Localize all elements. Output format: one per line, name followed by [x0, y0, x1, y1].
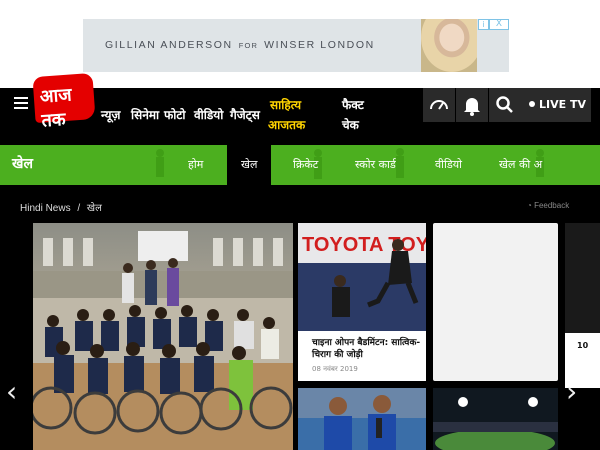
nav-factcheck-line1[interactable]: फैक्ट	[342, 96, 364, 113]
nav-sahitya-line2[interactable]: आजतक	[268, 116, 305, 133]
card-date: 08 नवंबर 2019	[312, 365, 358, 373]
tab-home[interactable]: होम	[188, 145, 203, 185]
ad-close-icon[interactable]: X	[489, 19, 509, 30]
ad-text: GILLIAN ANDERSON FOR WINSER LONDON	[105, 39, 375, 51]
nav-gadgets[interactable]: गैजेट्स	[230, 106, 260, 123]
feedback-icon: ◔	[527, 201, 535, 210]
search-icon[interactable]	[489, 88, 521, 122]
card-image-stadium	[433, 388, 558, 450]
breadcrumb-home[interactable]: Hindi News	[20, 203, 71, 214]
tab-cricket[interactable]: क्रिकेट	[293, 145, 318, 185]
live-tv-button[interactable]: LIVE TV	[521, 88, 591, 122]
card-title: चाइना ओपन बैडमिंटन: सात्विक-चिराग की जोड…	[312, 338, 421, 360]
nav-video[interactable]: वीडियो	[194, 106, 223, 123]
ad-info-icon[interactable]: i	[478, 19, 489, 30]
nav-factcheck-line2[interactable]: चेक	[342, 116, 359, 133]
ad-brand: GILLIAN ANDERSON	[105, 39, 233, 51]
nav-cinema[interactable]: सिनेमा	[131, 106, 159, 123]
sports-subnav: खेल होम खेल क्रिकेट स्कोर कार्ड वीडियो ख…	[0, 145, 600, 185]
breadcrumb: Hindi News / खेल	[20, 200, 102, 214]
tab-video[interactable]: वीडियो	[435, 145, 462, 185]
feedback-link[interactable]: ◔ Feedback	[527, 201, 569, 210]
nav-news[interactable]: न्यूज़	[101, 106, 120, 123]
ad-product: WINSER LONDON	[264, 39, 375, 51]
news-card-cricket[interactable]	[298, 388, 426, 450]
tab-scorecard[interactable]: स्कोर कार्ड	[355, 145, 396, 185]
breadcrumb-current: खेल	[86, 203, 102, 214]
live-dot-icon	[529, 101, 535, 107]
site-logo[interactable]: आज तक	[32, 72, 96, 132]
breadcrumb-separator: /	[77, 203, 81, 214]
tab-sports-more[interactable]: खेल की अ	[499, 145, 542, 185]
tab-sports[interactable]: खेल	[227, 145, 272, 185]
hamburger-icon[interactable]	[14, 97, 28, 109]
ad-banner[interactable]: GILLIAN ANDERSON FOR WINSER LONDON i X	[83, 19, 509, 72]
ad-placeholder-card	[433, 223, 558, 381]
bell-icon[interactable]	[456, 88, 488, 122]
speedometer-icon[interactable]	[423, 88, 455, 122]
card-image-badminton: TOYOTA TOYO	[298, 223, 426, 331]
ad-area: GILLIAN ANDERSON FOR WINSER LONDON i X	[0, 0, 600, 88]
ad-for: FOR	[238, 41, 259, 50]
logo-text: आज तक	[39, 84, 73, 132]
nav-sahitya-line1[interactable]: साहित्य	[270, 96, 301, 113]
sports-section-title[interactable]: खेल	[12, 154, 33, 173]
nav-photo[interactable]: फोटो	[164, 106, 186, 123]
news-card-badminton[interactable]: TOYOTA TOYO चाइना ओपन बैडमिंटन: सात्विक-…	[298, 223, 426, 381]
live-tv-label: LIVE TV	[539, 98, 586, 111]
ad-portrait	[421, 19, 477, 72]
right-arrow-icon[interactable]: ›	[566, 375, 577, 408]
main-news-image[interactable]	[33, 223, 293, 450]
news-card-stadium[interactable]	[433, 388, 558, 450]
team-photo	[33, 258, 293, 435]
left-arrow-icon[interactable]: ‹	[6, 375, 17, 408]
card-image-cricket	[298, 388, 426, 450]
carousel-next-peek: 10	[565, 223, 600, 388]
peek-text: 10	[577, 341, 589, 350]
feedback-label: Feedback	[534, 201, 570, 210]
